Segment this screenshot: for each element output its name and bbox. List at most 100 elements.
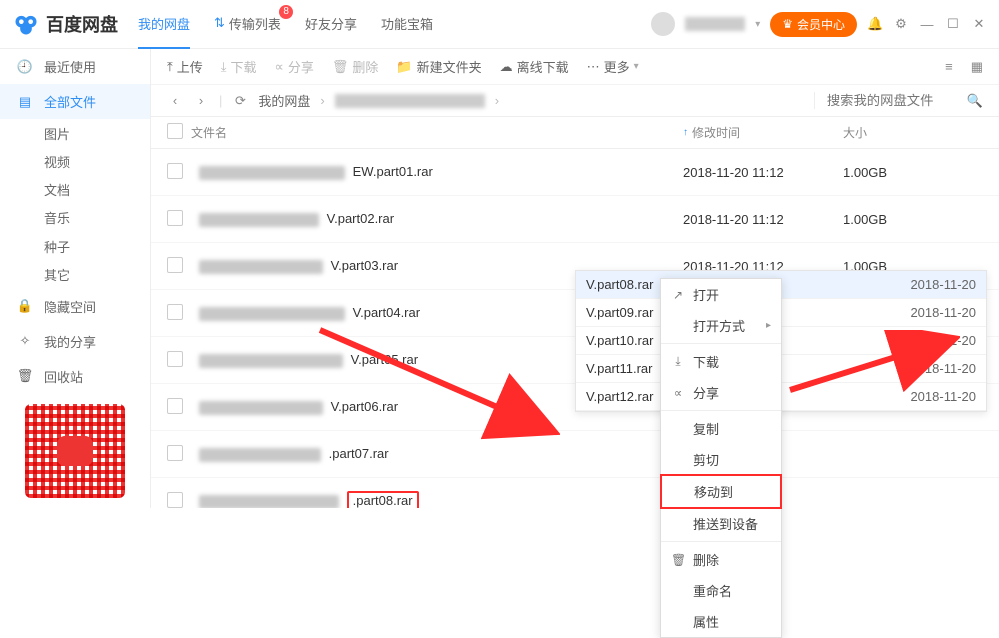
- ctx-open-with[interactable]: 打开方式▸: [661, 310, 781, 341]
- column-size[interactable]: 大小: [843, 124, 983, 141]
- sidebar-docs[interactable]: 文档: [0, 176, 150, 204]
- breadcrumb-root[interactable]: 我的网盘: [258, 91, 310, 110]
- delete-icon: 🗑: [332, 59, 349, 75]
- file-name-blurred: [199, 307, 345, 321]
- settings-icon[interactable]: ⚙: [893, 16, 909, 32]
- grid-view-icon[interactable]: ▦: [971, 59, 983, 75]
- breadcrumb-folder[interactable]: [335, 94, 485, 108]
- files-icon: ▤: [16, 94, 34, 110]
- row-checkbox[interactable]: [167, 304, 183, 320]
- sidebar-recycle[interactable]: 🗑 回收站: [0, 359, 150, 394]
- row-checkbox[interactable]: [167, 492, 183, 508]
- file-name-blurred: [199, 260, 323, 274]
- ctx-move-to[interactable]: 移动到: [660, 474, 782, 509]
- sort-asc-icon: ↑: [683, 127, 688, 138]
- ctx-open[interactable]: ↗打开: [661, 279, 781, 310]
- baidu-netdisk-icon: [12, 10, 40, 38]
- tab-friend-share[interactable]: 好友分享: [305, 0, 357, 47]
- user-menu-caret-icon[interactable]: ▾: [755, 19, 760, 30]
- download-icon: ⤓: [221, 59, 227, 75]
- file-name-blurred: [199, 401, 323, 415]
- tab-toolbox[interactable]: 功能宝箱: [381, 0, 433, 47]
- clock-icon: 🕘: [16, 59, 34, 75]
- refresh-icon[interactable]: ⟳: [232, 93, 248, 109]
- list-view-icon[interactable]: ≡: [945, 59, 953, 74]
- offline-download-button[interactable]: ☁离线下载: [500, 57, 569, 76]
- download-button[interactable]: ⤓下载: [221, 57, 257, 76]
- ctx-push-to-device[interactable]: 推送到设备: [661, 508, 781, 539]
- share-nodes-icon: ∝: [275, 59, 284, 75]
- share-icon: ✧: [16, 333, 34, 349]
- sidebar-music[interactable]: 音乐: [0, 204, 150, 232]
- table-row[interactable]: .part08.rar: [151, 478, 999, 508]
- crown-icon: ♛: [782, 17, 793, 31]
- nav-back-icon[interactable]: ‹: [167, 93, 183, 108]
- file-suffix: V.part03.rar: [331, 258, 398, 273]
- row-checkbox[interactable]: [167, 351, 183, 367]
- file-size: 1.00GB: [843, 165, 983, 180]
- ctx-rename[interactable]: 重命名: [661, 575, 781, 606]
- row-checkbox[interactable]: [167, 210, 183, 226]
- vip-center-button[interactable]: ♛ 会员中心: [770, 12, 857, 37]
- select-all-checkbox[interactable]: [167, 123, 183, 139]
- file-size: 1.00GB: [843, 212, 983, 227]
- minimize-icon[interactable]: ―: [919, 17, 935, 32]
- avatar[interactable]: [651, 12, 675, 36]
- row-checkbox[interactable]: [167, 257, 183, 273]
- search-input[interactable]: [825, 92, 959, 109]
- transfer-icon: ⇅: [214, 15, 225, 31]
- sidebar-videos[interactable]: 视频: [0, 147, 150, 175]
- maximize-icon[interactable]: ☐: [945, 16, 961, 32]
- header-right: ▾ ♛ 会员中心 🔔 ⚙ ― ☐ ✕: [651, 12, 987, 37]
- file-name-blurred: [199, 354, 343, 368]
- row-checkbox[interactable]: [167, 163, 183, 179]
- download-icon: ⤓: [671, 354, 685, 369]
- float-file-date: 2018-11-20: [876, 389, 976, 404]
- close-icon[interactable]: ✕: [971, 16, 987, 32]
- upload-button[interactable]: ⤒上传: [167, 57, 203, 76]
- sidebar-myshare[interactable]: ✧ 我的分享: [0, 324, 150, 359]
- row-checkbox[interactable]: [167, 445, 183, 461]
- delete-button[interactable]: 🗑删除: [332, 57, 379, 76]
- transfer-badge: 8: [279, 5, 293, 19]
- more-button[interactable]: ⋯更多▾: [587, 57, 639, 76]
- column-time[interactable]: ↑修改时间: [683, 124, 843, 141]
- sidebar-all-files[interactable]: ▤ 全部文件: [0, 84, 150, 119]
- app-name: 百度网盘: [46, 11, 118, 37]
- cloud-download-icon: ☁: [500, 59, 513, 75]
- float-file-date: 2018-11-20: [876, 333, 976, 348]
- nav-forward-icon[interactable]: ›: [193, 93, 209, 108]
- ctx-divider: [661, 410, 781, 411]
- sidebar-images[interactable]: 图片: [0, 119, 150, 147]
- folder-plus-icon: 📁: [396, 59, 412, 75]
- file-suffix: .part08.rar: [347, 493, 419, 508]
- username[interactable]: [685, 17, 745, 31]
- ctx-cut[interactable]: 剪切: [661, 444, 781, 475]
- upload-icon: ⤒: [167, 59, 173, 75]
- float-file-date: 2018-11-20: [876, 361, 976, 376]
- ctx-share[interactable]: ∝分享: [661, 377, 781, 408]
- ctx-delete[interactable]: 🗑删除: [661, 544, 781, 575]
- table-row[interactable]: .part07.rar: [151, 431, 999, 478]
- share-button[interactable]: ∝分享: [275, 57, 314, 76]
- tab-mydisk[interactable]: 我的网盘: [138, 0, 190, 49]
- column-name[interactable]: 文件名: [191, 124, 683, 141]
- new-folder-button[interactable]: 📁新建文件夹: [396, 57, 481, 76]
- notification-icon[interactable]: 🔔: [867, 16, 883, 32]
- sidebar-others[interactable]: 其它: [0, 260, 150, 288]
- file-name-blurred: [199, 166, 345, 180]
- sidebar-hidden[interactable]: 🔒 隐藏空间: [0, 289, 150, 324]
- table-row[interactable]: EW.part01.rar 2018-11-20 11:12 1.00GB: [151, 149, 999, 196]
- file-suffix: V.part02.rar: [327, 211, 394, 226]
- sidebar-seeds[interactable]: 种子: [0, 232, 150, 260]
- ctx-properties[interactable]: 属性: [661, 606, 781, 637]
- tab-transfer[interactable]: ⇅ 传输列表 8: [214, 0, 281, 47]
- app-logo: 百度网盘: [12, 10, 118, 38]
- table-row[interactable]: V.part02.rar 2018-11-20 11:12 1.00GB: [151, 196, 999, 243]
- sidebar-recent[interactable]: 🕘 最近使用: [0, 49, 150, 84]
- search-icon[interactable]: 🔍: [967, 93, 983, 109]
- ctx-copy[interactable]: 复制: [661, 413, 781, 444]
- context-menu: ↗打开 打开方式▸ ⤓下载 ∝分享 复制 剪切 移动到 推送到设备 🗑删除 重命…: [660, 278, 782, 638]
- ctx-download[interactable]: ⤓下载: [661, 346, 781, 377]
- row-checkbox[interactable]: [167, 398, 183, 414]
